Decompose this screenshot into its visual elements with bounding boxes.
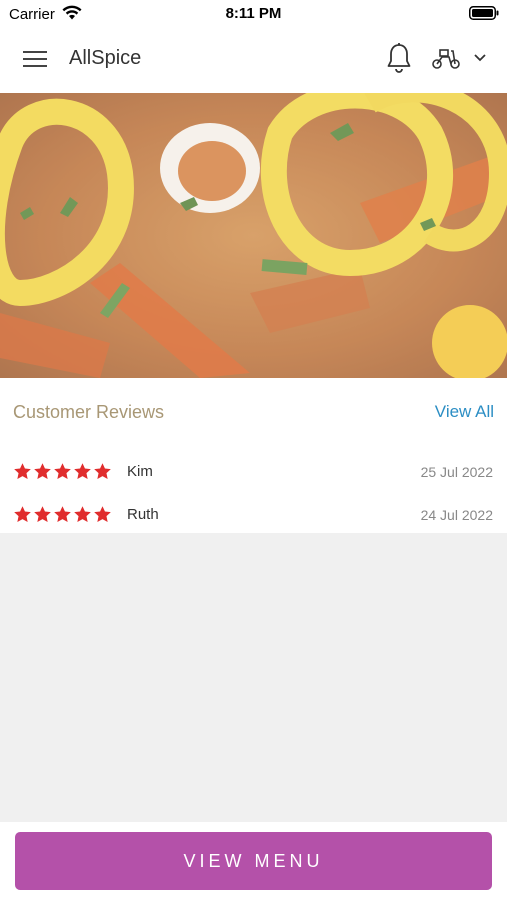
bell-icon[interactable]: [386, 42, 412, 74]
reviewer-name: Kim: [127, 463, 153, 480]
reviewer-name: Ruth: [127, 506, 159, 523]
star-icon: [34, 463, 51, 480]
view-all-reviews-link[interactable]: View All: [435, 402, 494, 422]
star-icon: [74, 463, 91, 480]
chevron-down-icon[interactable]: [473, 53, 487, 63]
review-row: Ruth 24 Jul 2022: [0, 505, 507, 535]
rating-stars: [13, 462, 112, 481]
status-bar: Carrier 8:11 PM: [0, 0, 507, 26]
customer-reviews-section: Customer Reviews View All Kim 25 Jul 202…: [0, 378, 507, 533]
star-icon: [34, 506, 51, 523]
rating-stars: [13, 505, 112, 524]
review-row: Kim 25 Jul 2022: [0, 462, 507, 492]
battery-icon: [469, 6, 499, 20]
hero-food-image: [0, 93, 507, 378]
app-header: AllSpice: [0, 26, 507, 93]
star-icon: [94, 506, 111, 523]
menu-icon[interactable]: [23, 49, 47, 69]
reviews-heading: Customer Reviews: [13, 402, 165, 422]
view-menu-button[interactable]: VIEW MENU: [15, 832, 492, 890]
star-icon: [54, 506, 71, 523]
star-icon: [14, 463, 31, 480]
app-title: AllSpice: [69, 47, 142, 69]
review-date: 24 Jul 2022: [420, 507, 493, 523]
footer: VIEW MENU: [0, 822, 507, 900]
star-icon: [54, 463, 71, 480]
star-icon: [94, 463, 111, 480]
star-icon: [14, 506, 31, 523]
content-background: [0, 533, 507, 822]
food-photo: [0, 93, 507, 378]
status-time: 8:11 PM: [225, 5, 282, 22]
star-icon: [74, 506, 91, 523]
review-date: 25 Jul 2022: [420, 464, 493, 480]
scooter-icon[interactable]: [431, 46, 461, 70]
